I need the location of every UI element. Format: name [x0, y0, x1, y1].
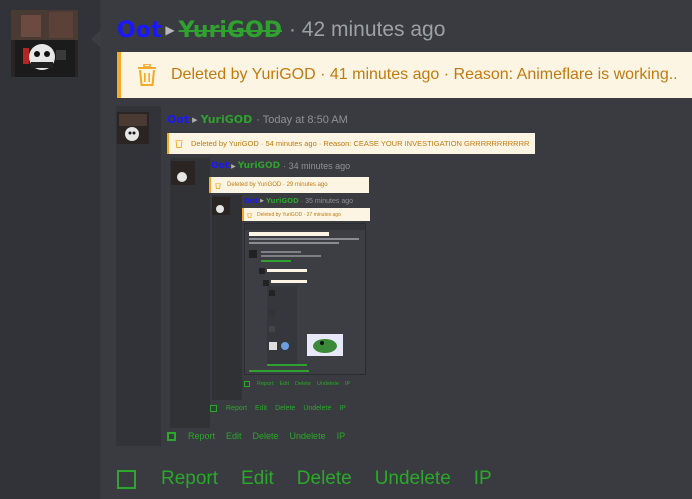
- edit-link[interactable]: Edit: [241, 468, 274, 490]
- quoted-deleted-notice-text-2: Deleted by YuriGOD · 29 minutes ago: [227, 182, 328, 188]
- select-checkbox[interactable]: [244, 381, 250, 387]
- report-link[interactable]: Report: [257, 381, 274, 387]
- quoted-timestamp: · Today at 8:50 AM: [256, 113, 348, 126]
- caret-right-icon: ▶: [260, 198, 264, 204]
- post-timestamp[interactable]: · 42 minutes ago: [289, 18, 445, 42]
- quoted-user-avatar: [117, 112, 149, 144]
- ip-link[interactable]: IP: [474, 468, 492, 490]
- quoted-author-username-2: Oot: [211, 161, 230, 171]
- report-link[interactable]: Report: [161, 468, 218, 490]
- message-pointer: [91, 30, 101, 48]
- deleted-notice: Deleted by YuriGOD · 41 minutes ago · Re…: [117, 52, 692, 98]
- quoted-message-header: Oot ▶ YuriGOD · Today at 8:50 AM: [167, 113, 348, 126]
- edit-link[interactable]: Edit: [226, 431, 242, 441]
- quoted-deleter-username-2: YuriGOD: [237, 161, 281, 171]
- deleter-username[interactable]: YuriGOD: [179, 18, 282, 43]
- undelete-link[interactable]: Undelete: [317, 381, 339, 387]
- delete-link[interactable]: Delete: [275, 405, 295, 412]
- trash-icon: [175, 140, 183, 148]
- select-checkbox[interactable]: [117, 469, 136, 489]
- quoted-deleter-username: YuriGOD: [200, 113, 253, 126]
- undelete-link[interactable]: Undelete: [290, 431, 326, 441]
- delete-link[interactable]: Delete: [297, 468, 352, 490]
- caret-right-icon: ▶: [231, 162, 236, 170]
- quoted-message-user-column-3: [212, 195, 242, 400]
- deleted-notice-text: Deleted by YuriGOD · 41 minutes ago · Re…: [171, 66, 678, 83]
- user-avatar[interactable]: [11, 10, 78, 77]
- quoted-author-username-3: Oot: [244, 197, 259, 205]
- quoted-author-username: Oot: [167, 113, 190, 126]
- quoted-timestamp-3: · 35 minutes ago: [300, 197, 354, 205]
- quoted-deleted-notice-text-3: Deleted by YuriGOD · 27 minutes ago: [257, 211, 341, 218]
- message-header: Oot ▶ YuriGOD · 42 minutes ago: [117, 14, 445, 46]
- delete-link[interactable]: Delete: [253, 431, 279, 441]
- quoted-user-avatar-3: [212, 197, 230, 215]
- message-main: Oot ▶ YuriGOD · 42 minutes ago Deleted b…: [101, 0, 692, 499]
- select-checkbox[interactable]: [210, 405, 217, 412]
- edit-link[interactable]: Edit: [255, 405, 267, 412]
- undelete-link[interactable]: Undelete: [375, 468, 451, 490]
- embedded-screenshot: [244, 223, 366, 375]
- quoted-message-user-column: [116, 106, 161, 446]
- quoted-actions-3: Report Edit Delete Undelete IP: [244, 381, 356, 387]
- quoted-message-user-column-2: [170, 158, 210, 428]
- caret-right-icon: ▶: [192, 115, 198, 124]
- ip-link[interactable]: IP: [337, 431, 346, 441]
- quoted-user-avatar-2: [171, 161, 195, 185]
- quoted-message-header-2: Oot ▶ YuriGOD · 34 minutes ago: [211, 161, 350, 171]
- ip-link[interactable]: IP: [345, 381, 350, 387]
- message-actions: Report Edit Delete Undelete IP: [117, 468, 515, 490]
- caret-right-icon: ▶: [165, 23, 175, 37]
- quoted-deleted-notice: Deleted by YuriGOD · 54 minutes ago · Re…: [167, 133, 535, 154]
- ip-link[interactable]: IP: [339, 405, 346, 412]
- trash-icon: [215, 182, 221, 189]
- select-checkbox[interactable]: [167, 431, 176, 441]
- edit-link[interactable]: Edit: [280, 381, 289, 387]
- quoted-deleted-notice-text: Deleted by YuriGOD · 54 minutes ago · Re…: [191, 139, 530, 148]
- delete-link[interactable]: Delete: [295, 381, 311, 387]
- quoted-deleted-notice-2: Deleted by YuriGOD · 29 minutes ago: [209, 177, 369, 193]
- author-username[interactable]: Oot: [117, 18, 161, 43]
- message-user-column: [0, 0, 100, 499]
- quoted-timestamp-2: · 34 minutes ago: [283, 161, 351, 171]
- trash-icon: [247, 212, 252, 218]
- undelete-link[interactable]: Undelete: [303, 405, 331, 412]
- quoted-message-header-3: Oot ▶ YuriGOD · 35 minutes ago: [244, 197, 353, 205]
- quoted-deleter-username-3: YuriGOD: [265, 197, 299, 205]
- trash-icon: [138, 64, 156, 86]
- quoted-deleted-notice-3: Deleted by YuriGOD · 27 minutes ago: [242, 208, 370, 221]
- report-link[interactable]: Report: [188, 431, 215, 441]
- report-link[interactable]: Report: [226, 405, 247, 412]
- quoted-actions: Report Edit Delete Undelete IP: [167, 431, 356, 441]
- quoted-actions-2: Report Edit Delete Undelete IP: [210, 405, 354, 412]
